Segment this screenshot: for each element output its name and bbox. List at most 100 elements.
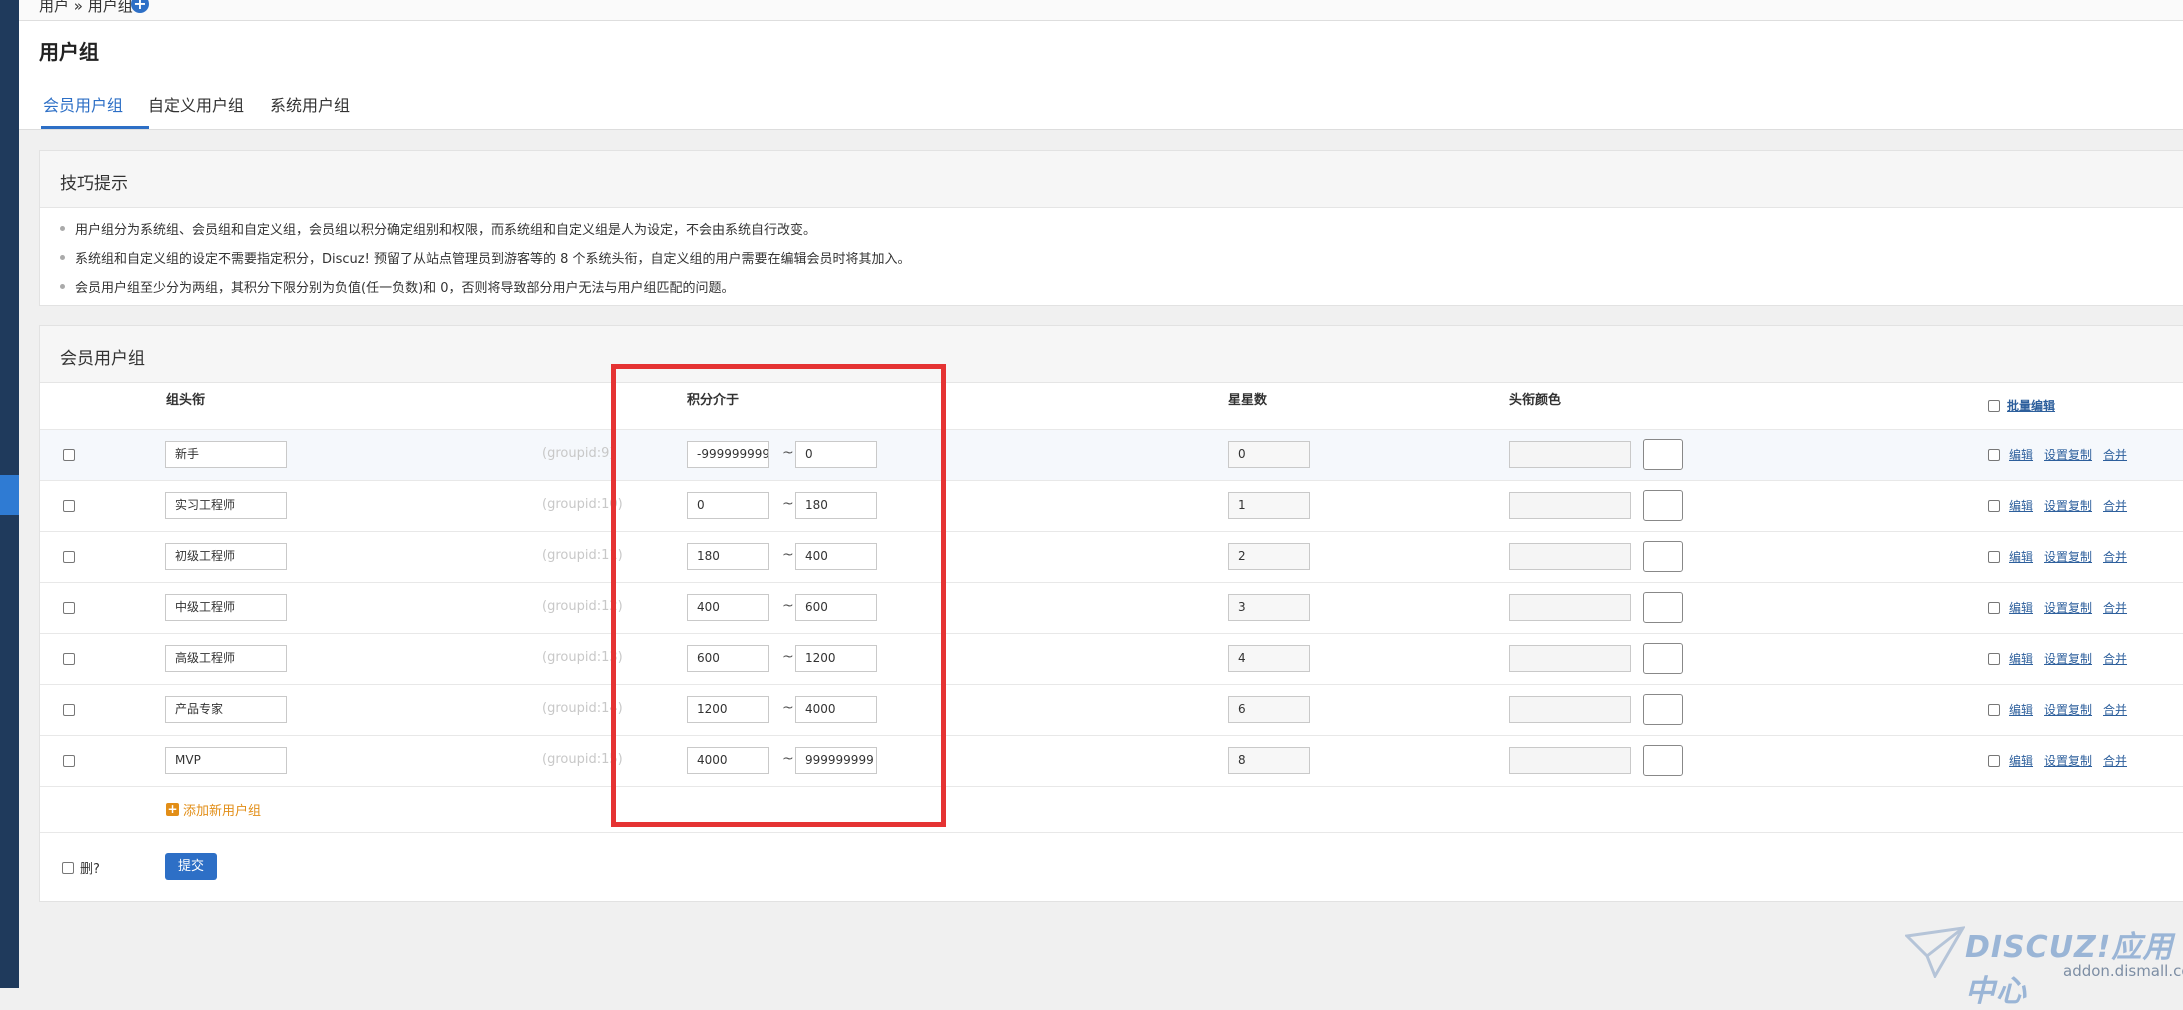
stars-input[interactable]: 6 bbox=[1228, 696, 1310, 723]
member-groups-card: 会员用户组 组头衔 积分介于 星星数 头衔颜色 批量编辑 新手 (groupid… bbox=[39, 325, 2183, 902]
copy-settings-link[interactable]: 设置复制 bbox=[2044, 548, 2092, 565]
batch-edit-checkbox[interactable] bbox=[1988, 400, 2000, 412]
table-row: 新手 (groupid:9) -9999999999 ~ 0 0 编辑 设置复制… bbox=[40, 429, 2183, 480]
row-action-checkbox[interactable] bbox=[1988, 551, 2000, 563]
edit-link[interactable]: 编辑 bbox=[2009, 446, 2033, 463]
tab-member-groups[interactable]: 会员用户组 bbox=[43, 92, 123, 116]
title-color-input[interactable] bbox=[1509, 543, 1631, 570]
active-tab-underline bbox=[41, 126, 149, 129]
stars-input[interactable]: 0 bbox=[1228, 441, 1310, 468]
color-picker-swatch[interactable] bbox=[1643, 490, 1683, 521]
add-group-link[interactable]: 添加新用户组 bbox=[183, 800, 261, 819]
group-title-input[interactable]: 初级工程师 bbox=[165, 543, 287, 570]
title-color-input[interactable] bbox=[1509, 594, 1631, 621]
delete-checkbox[interactable] bbox=[62, 862, 74, 874]
title-color-input[interactable] bbox=[1509, 696, 1631, 723]
edit-link[interactable]: 编辑 bbox=[2009, 548, 2033, 565]
submit-button[interactable]: 提交 bbox=[165, 853, 217, 880]
group-title-input[interactable]: MVP bbox=[165, 747, 287, 774]
stars-input[interactable]: 4 bbox=[1228, 645, 1310, 672]
table-row: 产品专家 (groupid:14) 1200 ~ 4000 6 编辑 设置复制 … bbox=[40, 684, 2183, 735]
highlight-box bbox=[611, 364, 946, 827]
row-action-checkbox[interactable] bbox=[1988, 449, 2000, 461]
table-row: 中级工程师 (groupid:12) 400 ~ 600 3 编辑 设置复制 合… bbox=[40, 582, 2183, 633]
tips-header: 技巧提示 bbox=[40, 151, 2183, 208]
copy-settings-link[interactable]: 设置复制 bbox=[2044, 497, 2092, 514]
edit-link[interactable]: 编辑 bbox=[2009, 701, 2033, 718]
paper-plane-icon bbox=[1905, 926, 1965, 978]
tab-custom-groups[interactable]: 自定义用户组 bbox=[148, 92, 244, 116]
table-row: 实习工程师 (groupid:10) 0 ~ 180 1 编辑 设置复制 合并 bbox=[40, 480, 2183, 531]
column-color-header: 头衔颜色 bbox=[1509, 393, 1562, 408]
group-title-input[interactable]: 产品专家 bbox=[165, 696, 287, 723]
merge-link[interactable]: 合并 bbox=[2103, 752, 2127, 769]
tip-item: 系统组和自定义组的设定不需要指定积分，Discuz! 预留了从站点管理员到游客等… bbox=[60, 248, 911, 267]
merge-link[interactable]: 合并 bbox=[2103, 446, 2127, 463]
row-select-checkbox[interactable] bbox=[63, 500, 75, 512]
edit-link[interactable]: 编辑 bbox=[2009, 497, 2033, 514]
group-title-input[interactable]: 中级工程师 bbox=[165, 594, 287, 621]
row-action-checkbox[interactable] bbox=[1988, 704, 2000, 716]
color-picker-swatch[interactable] bbox=[1643, 643, 1683, 674]
edit-link[interactable]: 编辑 bbox=[2009, 599, 2033, 616]
copy-settings-link[interactable]: 设置复制 bbox=[2044, 446, 2092, 463]
row-select-checkbox[interactable] bbox=[63, 551, 75, 563]
row-select-checkbox[interactable] bbox=[63, 602, 75, 614]
stars-input[interactable]: 8 bbox=[1228, 747, 1310, 774]
batch-edit-link[interactable]: 批量编辑 bbox=[2007, 397, 2055, 414]
row-action-checkbox[interactable] bbox=[1988, 500, 2000, 512]
row-select-checkbox[interactable] bbox=[63, 653, 75, 665]
title-color-input[interactable] bbox=[1509, 492, 1631, 519]
row-action-checkbox[interactable] bbox=[1988, 653, 2000, 665]
page-header: 用户组 会员用户组 自定义用户组 系统用户组 bbox=[19, 21, 2183, 130]
color-picker-swatch[interactable] bbox=[1643, 745, 1683, 776]
group-title-input[interactable]: 实习工程师 bbox=[165, 492, 287, 519]
title-color-input[interactable] bbox=[1509, 747, 1631, 774]
sidebar-active-marker[interactable] bbox=[0, 475, 19, 515]
copy-settings-link[interactable]: 设置复制 bbox=[2044, 752, 2092, 769]
color-picker-swatch[interactable] bbox=[1643, 541, 1683, 572]
title-color-input[interactable] bbox=[1509, 645, 1631, 672]
table-row: MVP (groupid:15) 4000 ~ 999999999 8 编辑 设… bbox=[40, 735, 2183, 786]
row-action-checkbox[interactable] bbox=[1988, 602, 2000, 614]
member-groups-title: 会员用户组 bbox=[60, 349, 145, 369]
merge-link[interactable]: 合并 bbox=[2103, 599, 2127, 616]
stars-input[interactable]: 1 bbox=[1228, 492, 1310, 519]
copy-settings-link[interactable]: 设置复制 bbox=[2044, 701, 2092, 718]
edit-link[interactable]: 编辑 bbox=[2009, 650, 2033, 667]
edit-link[interactable]: 编辑 bbox=[2009, 752, 2033, 769]
group-title-input[interactable]: 高级工程师 bbox=[165, 645, 287, 672]
row-select-checkbox[interactable] bbox=[63, 704, 75, 716]
group-id-label: (groupid:9) bbox=[542, 446, 615, 461]
merge-link[interactable]: 合并 bbox=[2103, 548, 2127, 565]
merge-link[interactable]: 合并 bbox=[2103, 701, 2127, 718]
color-picker-swatch[interactable] bbox=[1643, 592, 1683, 623]
main-content: 用户 » 用户组 + 用户组 会员用户组 自定义用户组 系统用户组 技巧提示 用… bbox=[19, 0, 2183, 1009]
copy-settings-link[interactable]: 设置复制 bbox=[2044, 599, 2092, 616]
add-group-row: + 添加新用户组 bbox=[40, 786, 2183, 833]
stars-input[interactable]: 3 bbox=[1228, 594, 1310, 621]
table-row: 高级工程师 (groupid:13) 600 ~ 1200 4 编辑 设置复制 … bbox=[40, 633, 2183, 684]
tip-item: 用户组分为系统组、会员组和自定义组，会员组以积分确定组别和权限，而系统组和自定义… bbox=[60, 219, 816, 238]
title-color-input[interactable] bbox=[1509, 441, 1631, 468]
row-select-checkbox[interactable] bbox=[63, 755, 75, 767]
left-sidebar bbox=[0, 0, 19, 988]
stars-input[interactable]: 2 bbox=[1228, 543, 1310, 570]
row-action-checkbox[interactable] bbox=[1988, 755, 2000, 767]
member-groups-header: 会员用户组 bbox=[40, 326, 2183, 383]
watermark-url: addon.dismall.com bbox=[2063, 962, 2183, 980]
color-picker-swatch[interactable] bbox=[1643, 439, 1683, 470]
plus-circle-icon[interactable]: + bbox=[131, 0, 149, 13]
merge-link[interactable]: 合并 bbox=[2103, 650, 2127, 667]
tab-system-groups[interactable]: 系统用户组 bbox=[270, 92, 350, 116]
group-title-input[interactable]: 新手 bbox=[165, 441, 287, 468]
column-title-header: 组头衔 bbox=[166, 393, 206, 408]
row-select-checkbox[interactable] bbox=[63, 449, 75, 461]
column-stars-header: 星星数 bbox=[1228, 393, 1268, 408]
color-picker-swatch[interactable] bbox=[1643, 694, 1683, 725]
copy-settings-link[interactable]: 设置复制 bbox=[2044, 650, 2092, 667]
breadcrumb[interactable]: 用户 » 用户组 bbox=[39, 0, 133, 16]
merge-link[interactable]: 合并 bbox=[2103, 497, 2127, 514]
breadcrumb-bar: 用户 » 用户组 + bbox=[19, 0, 2183, 21]
plus-square-icon[interactable]: + bbox=[166, 803, 179, 816]
